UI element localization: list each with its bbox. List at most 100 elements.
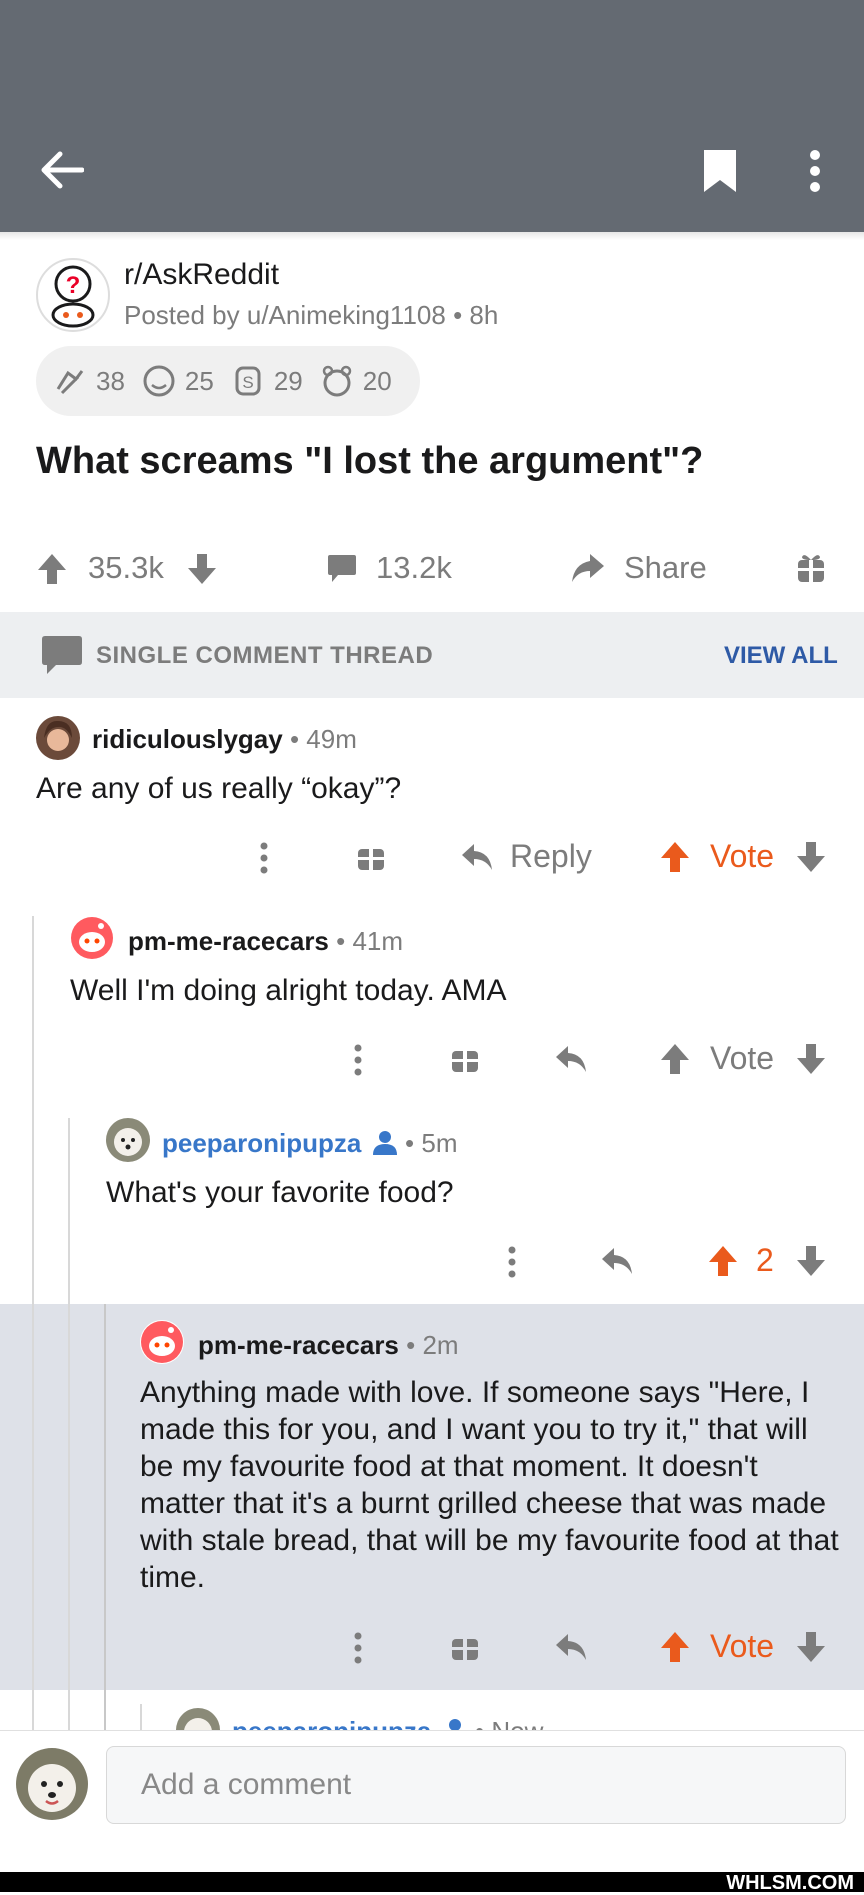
upvote-icon[interactable] [708,1244,738,1278]
op-person-icon [448,1719,461,1730]
reply-arrow-icon[interactable] [600,1246,634,1276]
comment-time: 2m [422,1330,459,1360]
comment-username[interactable]: peeparonipupza [162,1128,361,1158]
comment-count[interactable]: 13.2k [376,550,452,586]
current-user-avatar[interactable] [16,1748,88,1820]
downvote-icon[interactable] [796,1244,826,1278]
bookmark-icon[interactable] [700,148,740,194]
comment-username[interactable]: pm-me-racecars [128,926,329,956]
reply-button[interactable]: Reply [510,838,592,875]
comment-header: peeparonipupza • Now [232,1716,543,1730]
awards-row[interactable]: 38 25 S 29 20 [36,346,420,416]
post-title: What screams "I lost the argument"? [36,440,704,482]
award-count: 38 [96,365,125,396]
vote-label: Vote [710,1040,775,1076]
comment-username[interactable]: pm-me-racecars [198,1330,399,1360]
silver-award-icon: S [235,366,261,396]
comment-text: Well I'm doing alright today. AMA [70,974,507,1007]
comment-bubble-icon[interactable] [326,552,358,584]
view-all-link[interactable]: VIEW ALL [724,642,838,670]
comment-header: peeparonipupza • 5m [162,1128,458,1159]
svg-text:?: ? [66,272,81,299]
downvote-icon[interactable] [796,1630,826,1664]
vote-label: Vote [710,838,775,874]
reply-arrow-icon[interactable] [460,842,494,872]
subreddit-name[interactable]: r/AskReddit [124,258,279,292]
askreddit-logo-icon: ? [51,265,95,328]
dog-avatar-icon [28,1764,76,1812]
comment-username[interactable]: peeparonipupza [232,1716,431,1730]
share-arrow-icon[interactable] [570,550,606,586]
comment-time: 49m [306,724,357,754]
user-photo-icon [44,720,72,751]
add-comment-input[interactable]: Add a comment [106,1746,846,1824]
award-count: 20 [362,365,392,396]
more-options-icon[interactable] [806,148,824,194]
header-shadow [0,232,864,240]
comment-username[interactable]: ridiculouslygay [92,724,283,754]
upvote-icon[interactable] [660,1042,690,1076]
reply-arrow-icon[interactable] [554,1632,588,1662]
award-gift-icon[interactable] [356,840,386,872]
comment-time: 41m [352,926,404,956]
comment-header: ridiculouslygay • 49m [92,724,357,755]
comment-time: 5m [421,1128,458,1158]
comment-partial: peeparonipupza • Now [0,1700,864,1730]
snoo-avatar-icon [71,917,113,959]
award-item: 25 [141,363,214,399]
share-button[interactable]: Share [624,550,707,586]
vote-label: Vote [710,1628,775,1664]
avatar[interactable] [176,1708,220,1730]
comment-actions: Reply Vote [0,834,864,880]
downvote-icon[interactable] [796,840,826,874]
posted-by[interactable]: Posted by u/Animeking1108 [124,300,446,330]
comment-time: Now [491,1716,543,1730]
post-score: 35.3k [88,550,164,585]
downvote-icon[interactable] [796,1042,826,1076]
more-icon[interactable] [504,1246,520,1278]
avatar[interactable] [140,1320,184,1364]
thread-label: SINGLE COMMENT THREAD [96,642,434,669]
award-gift-icon[interactable] [796,550,826,584]
upvote-icon[interactable] [36,552,68,586]
award-count: 25 [184,365,214,396]
more-icon[interactable] [350,1632,366,1664]
wholesome-award-icon [143,365,175,397]
upvote-icon[interactable] [660,840,690,874]
avatar[interactable] [36,716,80,760]
award-gift-icon[interactable] [450,1042,480,1074]
post-time: 8h [469,300,499,330]
downvote-icon[interactable] [186,552,218,586]
meta-dot: • [453,300,470,330]
comment-meta-dot: • [397,1128,422,1158]
comment-text: Anything made with love. If someone says… [140,1376,839,1594]
comment-meta-dot: • [328,926,353,956]
reply-arrow-icon[interactable] [554,1044,588,1074]
award-item: 20 [319,363,392,399]
comment-meta-dot: • [282,724,307,754]
subreddit-avatar[interactable]: ? [36,258,110,332]
comment-meta-dot: • [398,1330,423,1360]
comment-actions: 2 [0,1238,864,1284]
award-item: S 29 [230,363,303,399]
upvote-icon[interactable] [660,1630,690,1664]
post-action-bar: 35.3k 13.2k Share [0,530,864,606]
svg-text:S: S [242,373,253,392]
dog-avatar-icon [184,1718,212,1730]
op-person-icon [372,1131,397,1155]
dog-avatar-icon [114,1128,142,1156]
avatar[interactable] [70,916,114,960]
comment-header: pm-me-racecars • 2m [198,1330,459,1361]
avatar[interactable] [106,1118,150,1162]
top-app-bar [0,0,864,232]
snoo-avatar-icon [141,1321,183,1363]
more-icon[interactable] [256,842,272,874]
award-gift-icon[interactable] [450,1630,480,1662]
comment-text: What's your favorite food? [106,1176,454,1209]
comment-score: 2 [756,1242,774,1278]
back-arrow-icon[interactable] [40,150,84,190]
comment-actions: Vote [0,1036,864,1082]
award-count: 29 [273,365,303,396]
more-icon[interactable] [350,1044,366,1076]
comment-actions: Vote [0,1624,864,1670]
